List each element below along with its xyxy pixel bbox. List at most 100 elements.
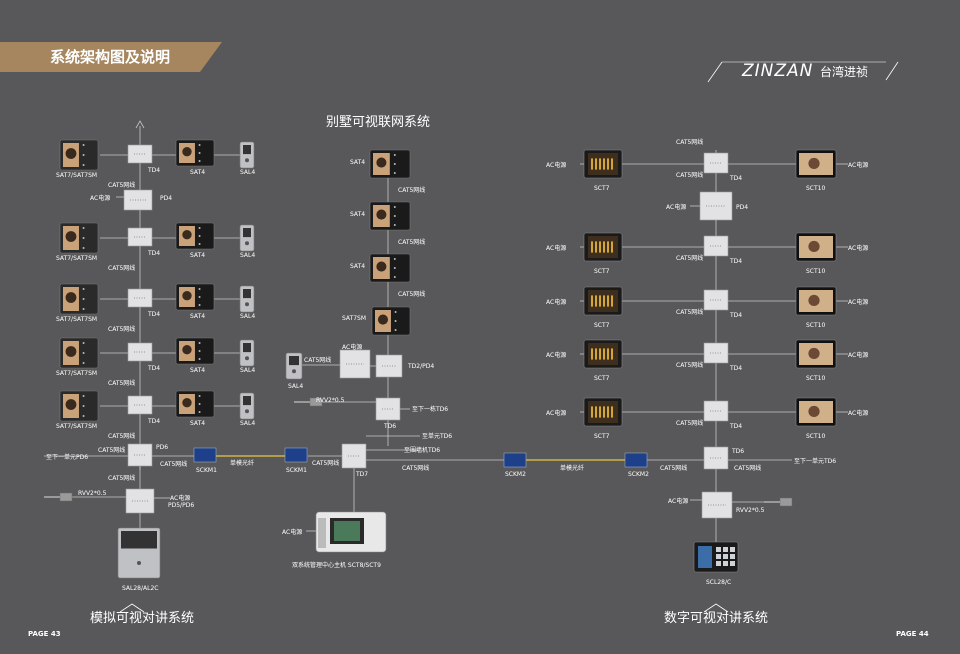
label-rvv: RVV2*0.5 xyxy=(316,397,345,404)
villa-sat4-1 xyxy=(369,201,411,231)
sat4-monitor-0 xyxy=(175,139,215,167)
label-cat5: CAT5网线 xyxy=(108,181,135,189)
label-td4: TD4 xyxy=(147,418,160,425)
label-sat4: SAT4 xyxy=(190,420,205,427)
label-sckm2: SCKM2 xyxy=(628,471,649,478)
sat4-monitor-1 xyxy=(175,222,215,250)
label-to_unit_td6: 至单元TD6 xyxy=(422,432,452,440)
sct10-monitor-0 xyxy=(795,149,837,179)
td4-digital-3 xyxy=(703,342,729,364)
device-labels: SAT7/SAT7SM TD4 SAT4 SAL4 CAT5网线 SAT7/SAT7SM T… xyxy=(46,138,868,592)
label-to_next_building_td6: 至下一栋TD6 xyxy=(412,405,448,413)
page-number-left: PAGE 43 xyxy=(28,630,61,638)
label-cat5: CAT5网线 xyxy=(108,325,135,333)
label-sct10: SCT10 xyxy=(806,433,825,440)
system-architecture-page: 系统架构图及说明 ZINZAN 台湾进祯 别墅可视联网系统 模拟可视对讲系统 数… xyxy=(0,0,960,654)
label-sal4: SAL4 xyxy=(240,169,255,176)
sat4-monitor-3 xyxy=(175,337,215,365)
label-sat7: SAT7/SAT7SM xyxy=(56,172,97,179)
sat7-monitor-4 xyxy=(59,390,99,422)
td4-digital-0 xyxy=(703,152,729,174)
label-cat5: CAT5网线 xyxy=(304,356,331,364)
label-to_next_td6: 至下一单元TD6 xyxy=(794,457,836,465)
label-cat5: CAT5网线 xyxy=(398,290,425,298)
label-sat4: SAT4 xyxy=(190,367,205,374)
label-sat4: SAT4 xyxy=(350,159,365,166)
label-sat4: SAT4 xyxy=(190,169,205,176)
management-center-console xyxy=(315,511,387,553)
label-ac: AC电源 xyxy=(848,409,868,417)
label-td4: TD4 xyxy=(147,167,160,174)
sat4-monitor-2 xyxy=(175,283,215,311)
sct7-monitor-2 xyxy=(583,286,623,316)
digital-pd-distributor xyxy=(701,491,733,519)
sal28-doorstation xyxy=(117,527,161,579)
sct10-monitor-2 xyxy=(795,286,837,316)
brand-cn: 台湾进祯 xyxy=(820,64,868,79)
td4-distributor-2 xyxy=(127,288,153,308)
sat7-monitor-1 xyxy=(59,222,99,254)
label-td7: TD7 xyxy=(355,471,368,478)
label-sct7: SCT7 xyxy=(594,268,610,275)
td4-digital-1 xyxy=(703,235,729,257)
label-td4: TD4 xyxy=(729,312,742,319)
label-ac: AC电源 xyxy=(546,409,566,417)
label-cat5: CAT5网线 xyxy=(398,186,425,194)
label-fiber: 单模光纤 xyxy=(230,459,254,467)
sct10-monitor-4 xyxy=(795,397,837,427)
td4-distributor-0 xyxy=(127,144,153,164)
label-pd4: PD4 xyxy=(160,195,172,202)
rvv-cable-right xyxy=(764,497,793,507)
td7-distributor xyxy=(341,443,367,469)
pd6-distributor xyxy=(127,443,153,467)
sat7-monitor-3 xyxy=(59,337,99,369)
label-sat7sm: SAT7SM xyxy=(342,315,366,322)
label-sat4: SAT4 xyxy=(190,252,205,259)
label-rvv: RVV2*0.5 xyxy=(736,507,765,514)
label-to_wall_td6: 至围墙机TD6 xyxy=(404,446,440,454)
label-cat5: CAT5网线 xyxy=(402,464,429,472)
td4-distributor-3 xyxy=(127,342,153,362)
label-pd6: PD6 xyxy=(156,444,168,451)
label-sat4: SAT4 xyxy=(190,313,205,320)
label-sct7: SCT7 xyxy=(594,375,610,382)
label-cat5: CAT5网线 xyxy=(676,171,703,179)
td4-distributor-1 xyxy=(127,227,153,247)
td6-digital xyxy=(703,446,729,470)
label-sat7: SAT7/SAT7SM xyxy=(56,255,97,262)
label-td4: TD4 xyxy=(147,365,160,372)
label-sat4: SAT4 xyxy=(350,263,365,270)
sct10-monitor-1 xyxy=(795,232,837,262)
label-fiber: 单模光纤 xyxy=(560,464,584,472)
sat4-monitor-4 xyxy=(175,390,215,418)
sckm2-right xyxy=(624,452,648,468)
label-sat4: SAT4 xyxy=(350,211,365,218)
label-cat5: CAT5网线 xyxy=(660,464,687,472)
label-cat5: CAT5网线 xyxy=(734,464,761,472)
label-sct7: SCT7 xyxy=(594,322,610,329)
label-ac: AC电源 xyxy=(90,194,110,202)
label-sat7b: SAT7/SAT7SM xyxy=(56,316,97,323)
label-td4: TD4 xyxy=(147,311,160,318)
label-ac: AC电源 xyxy=(546,351,566,359)
label-sct7: SCT7 xyxy=(594,433,610,440)
device-icons xyxy=(44,139,837,579)
villa-sat4-2 xyxy=(369,253,411,283)
label-to_next_pd6: 至下一单元PD6 xyxy=(46,453,88,461)
label-ac: AC电源 xyxy=(342,343,362,351)
label-pd5pd6: PD5/PD6 xyxy=(168,502,194,509)
architecture-diagram: 系统架构图及说明 ZINZAN 台湾进祯 别墅可视联网系统 模拟可视对讲系统 数… xyxy=(0,42,929,638)
sal4-doorstation-1 xyxy=(239,224,255,252)
sct7-monitor-1 xyxy=(583,232,623,262)
label-cat5: CAT5网线 xyxy=(676,419,703,427)
analog-system-title: 模拟可视对讲系统 xyxy=(90,611,194,626)
label-cat5: CAT5网线 xyxy=(98,446,125,454)
label-pd4: PD4 xyxy=(736,204,748,211)
label-td4: TD4 xyxy=(729,423,742,430)
brand-logo: ZINZAN xyxy=(741,61,813,81)
label-rvv: RVV2*0.5 xyxy=(78,490,107,497)
sct7-monitor-4 xyxy=(583,397,623,427)
label-scl28: SCL28/C xyxy=(706,579,731,586)
pd5-pd6-distributor xyxy=(125,488,155,514)
page-number-right: PAGE 44 xyxy=(896,630,929,638)
